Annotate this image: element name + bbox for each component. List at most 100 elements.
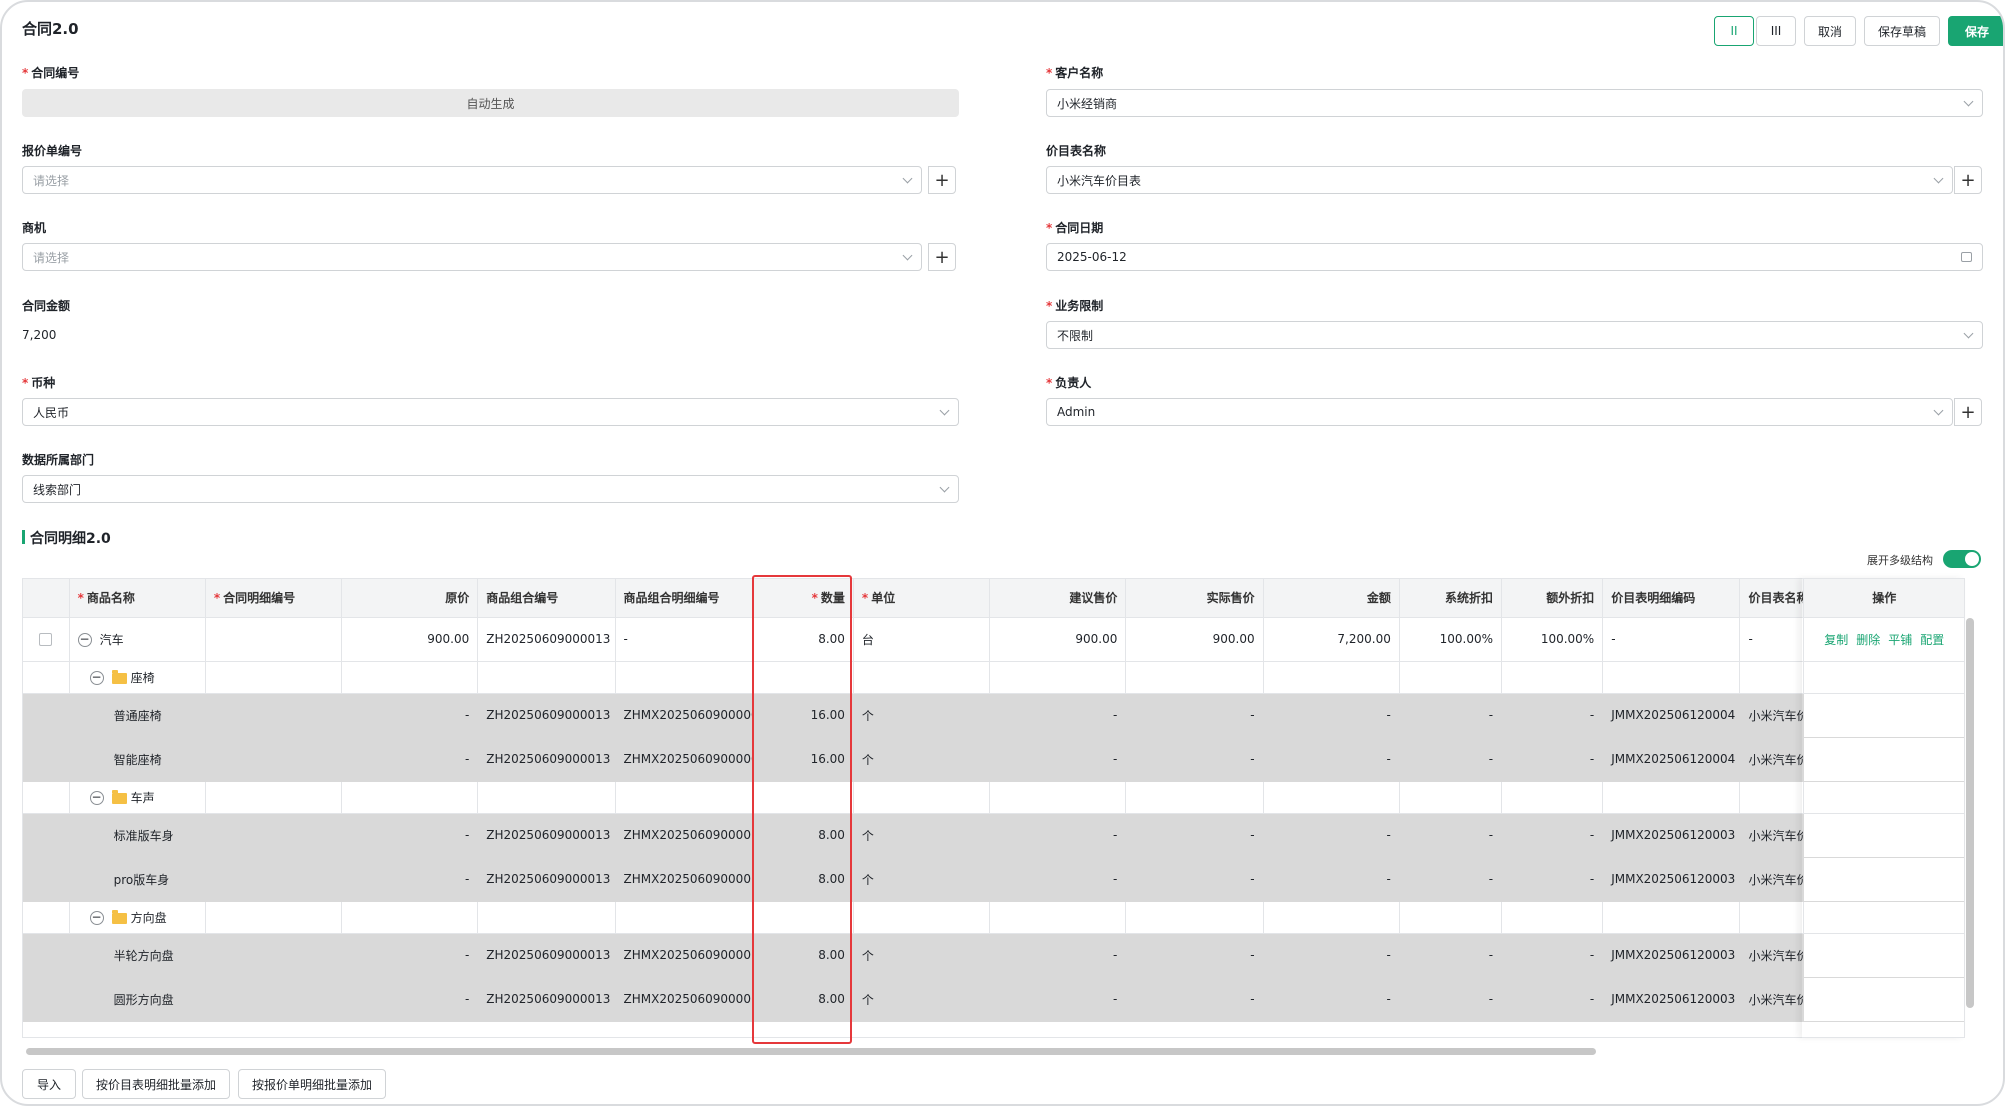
combo-no-cell: ZH20250609000013 xyxy=(477,617,616,662)
group-name-cell: − 车声 xyxy=(69,781,206,814)
orig-price-cell: - xyxy=(341,737,479,782)
pricelist-select[interactable]: 小米汽车价目表 xyxy=(1046,166,1953,194)
configure-link[interactable]: 配置 xyxy=(1920,633,1944,647)
combo-detail-no-cell: ZHMX2025060900000 xyxy=(615,737,753,782)
actual-price-cell: - xyxy=(1125,737,1264,782)
expand-structure-toggle[interactable] xyxy=(1943,550,1981,568)
detail-no-cell[interactable] xyxy=(205,617,343,662)
group-name-cell: − 座椅 xyxy=(69,661,206,694)
sys-discount-cell: 100.00% xyxy=(1399,617,1503,662)
pl-name-cell: 小米汽车价 xyxy=(1739,933,1804,978)
layout-three-column-button[interactable]: III xyxy=(1756,16,1796,46)
header-actual-price: 实际售价 xyxy=(1125,579,1264,618)
combo-detail-no-cell: - xyxy=(615,617,753,662)
extra-discount-cell: - xyxy=(1501,693,1604,738)
header-orig-price: 原价 xyxy=(341,579,479,618)
extra-discount-cell[interactable]: 100.00% xyxy=(1501,617,1604,662)
currency-select[interactable]: 人民币 xyxy=(22,398,959,426)
amount-cell: - xyxy=(1263,737,1400,782)
header-qty: * 数量 xyxy=(752,579,854,618)
pl-detail-code-cell: JMMX202506120003 xyxy=(1602,857,1741,902)
pl-detail-code-cell: JMMX202506120003 xyxy=(1602,933,1741,978)
actual-price-cell: - xyxy=(1125,933,1264,978)
layout-two-column-button[interactable]: II xyxy=(1714,16,1754,46)
folder-icon xyxy=(111,789,127,804)
import-button[interactable]: 导入 xyxy=(22,1069,76,1099)
owner-select[interactable]: Admin xyxy=(1046,398,1953,426)
collapse-icon[interactable]: − xyxy=(89,911,104,925)
row-checkbox[interactable] xyxy=(39,633,53,646)
vertical-scrollbar[interactable] xyxy=(1966,618,1974,1008)
combo-detail-no-cell: ZHMX2025060900001 xyxy=(615,933,753,978)
name-cell: 圆形方向盘 xyxy=(69,977,206,1022)
contract-date-label: * 合同日期 xyxy=(1046,221,1104,235)
qty-cell[interactable]: 8.00 xyxy=(752,933,854,978)
folder-icon xyxy=(111,909,127,924)
section-title: 合同明细2.0 xyxy=(30,531,111,547)
sys-discount-cell: - xyxy=(1399,737,1503,782)
add-opportunity-button[interactable]: + xyxy=(928,243,956,271)
expand-structure-label: 展开多级结构 xyxy=(1867,554,1933,567)
add-pricelist-button[interactable]: + xyxy=(1954,166,1982,194)
business-limit-select[interactable]: 不限制 xyxy=(1046,321,1983,349)
combo-detail-no-cell: ZHMX2025060900001 xyxy=(615,813,753,858)
save-draft-button[interactable]: 保存草稿 xyxy=(1864,16,1940,46)
combo-no-cell: ZH20250609000013 xyxy=(477,813,616,858)
header-select xyxy=(23,579,70,618)
collapse-icon[interactable]: − xyxy=(89,791,104,805)
sugg-price-cell: - xyxy=(989,977,1127,1022)
amount-cell: - xyxy=(1263,813,1400,858)
group-name-cell: − 方向盘 xyxy=(69,901,206,934)
orig-price-cell: - xyxy=(341,693,479,738)
department-select[interactable]: 线索部门 xyxy=(22,475,959,503)
amount-cell: 7,200.00 xyxy=(1263,617,1400,662)
actual-price-cell[interactable]: 900.00 xyxy=(1125,617,1264,662)
horizontal-scrollbar[interactable] xyxy=(26,1048,1596,1055)
table-header-row: * 商品名称 * 合同明细编号 原价 商品组合编号 商品组合明细编号 * 数量 * 单位… xyxy=(23,579,1964,618)
section-accent-bar xyxy=(22,530,25,544)
unit-cell: 个 xyxy=(853,977,991,1022)
sugg-price-cell: - xyxy=(989,693,1127,738)
app-window: 合同2.0 II III 取消 保存草稿 保存 * 合同编号 自动生成 报价单编号… xyxy=(0,0,2005,1106)
collapse-icon[interactable]: − xyxy=(77,633,92,647)
amount-cell: - xyxy=(1263,693,1400,738)
qty-cell[interactable]: 8.00 xyxy=(752,617,854,662)
add-owner-button[interactable]: + xyxy=(1954,398,1982,426)
orig-price-cell: 900.00 xyxy=(341,617,479,662)
collapse-icon[interactable]: − xyxy=(89,671,104,685)
delete-link[interactable]: 删除 xyxy=(1856,633,1880,647)
qty-cell[interactable]: 8.00 xyxy=(752,857,854,902)
unit-cell[interactable]: 台 xyxy=(853,617,991,662)
combo-no-cell: ZH20250609000013 xyxy=(477,693,616,738)
qty-cell[interactable]: 8.00 xyxy=(752,813,854,858)
opportunity-select[interactable]: 请选择 xyxy=(22,243,922,271)
quote-no-select[interactable]: 请选择 xyxy=(22,166,922,194)
name-cell: 半轮方向盘 xyxy=(69,933,206,978)
add-by-pricelist-button[interactable]: 按价目表明细批量添加 xyxy=(82,1069,230,1099)
opportunity-label: 商机 xyxy=(22,221,47,235)
sys-discount-cell: - xyxy=(1399,693,1503,738)
unit-cell: 个 xyxy=(853,737,991,782)
chevron-down-icon xyxy=(902,250,913,261)
pricelist-label: 价目表名称 xyxy=(1046,144,1107,158)
qty-cell[interactable]: 16.00 xyxy=(752,737,854,782)
calendar-icon xyxy=(1961,252,1972,262)
pl-detail-code-cell: JMMX202506120004 xyxy=(1602,693,1741,738)
add-by-quote-button[interactable]: 按报价单明细批量添加 xyxy=(238,1069,386,1099)
table-row: 标准版车身 - ZH20250609000013 ZHMX20250609000… xyxy=(23,813,1964,858)
header-amount: 金额 xyxy=(1263,579,1400,618)
contract-date-picker[interactable]: 2025-06-12 xyxy=(1046,243,1983,271)
copy-link[interactable]: 复制 xyxy=(1824,633,1848,647)
save-button[interactable]: 保存 xyxy=(1948,16,2003,46)
header-sys-discount: 系统折扣 xyxy=(1399,579,1503,618)
header-unit: * 单位 xyxy=(853,579,991,618)
customer-select[interactable]: 小米经销商 xyxy=(1046,89,1983,117)
cancel-button[interactable]: 取消 xyxy=(1804,16,1856,46)
qty-cell[interactable]: 8.00 xyxy=(752,977,854,1022)
add-quote-button[interactable]: + xyxy=(928,166,956,194)
actual-price-cell: - xyxy=(1125,813,1264,858)
qty-cell[interactable]: 16.00 xyxy=(752,693,854,738)
name-cell: pro版车身 xyxy=(69,857,206,902)
tile-link[interactable]: 平铺 xyxy=(1888,633,1912,647)
name-cell: 智能座椅 xyxy=(69,737,206,782)
